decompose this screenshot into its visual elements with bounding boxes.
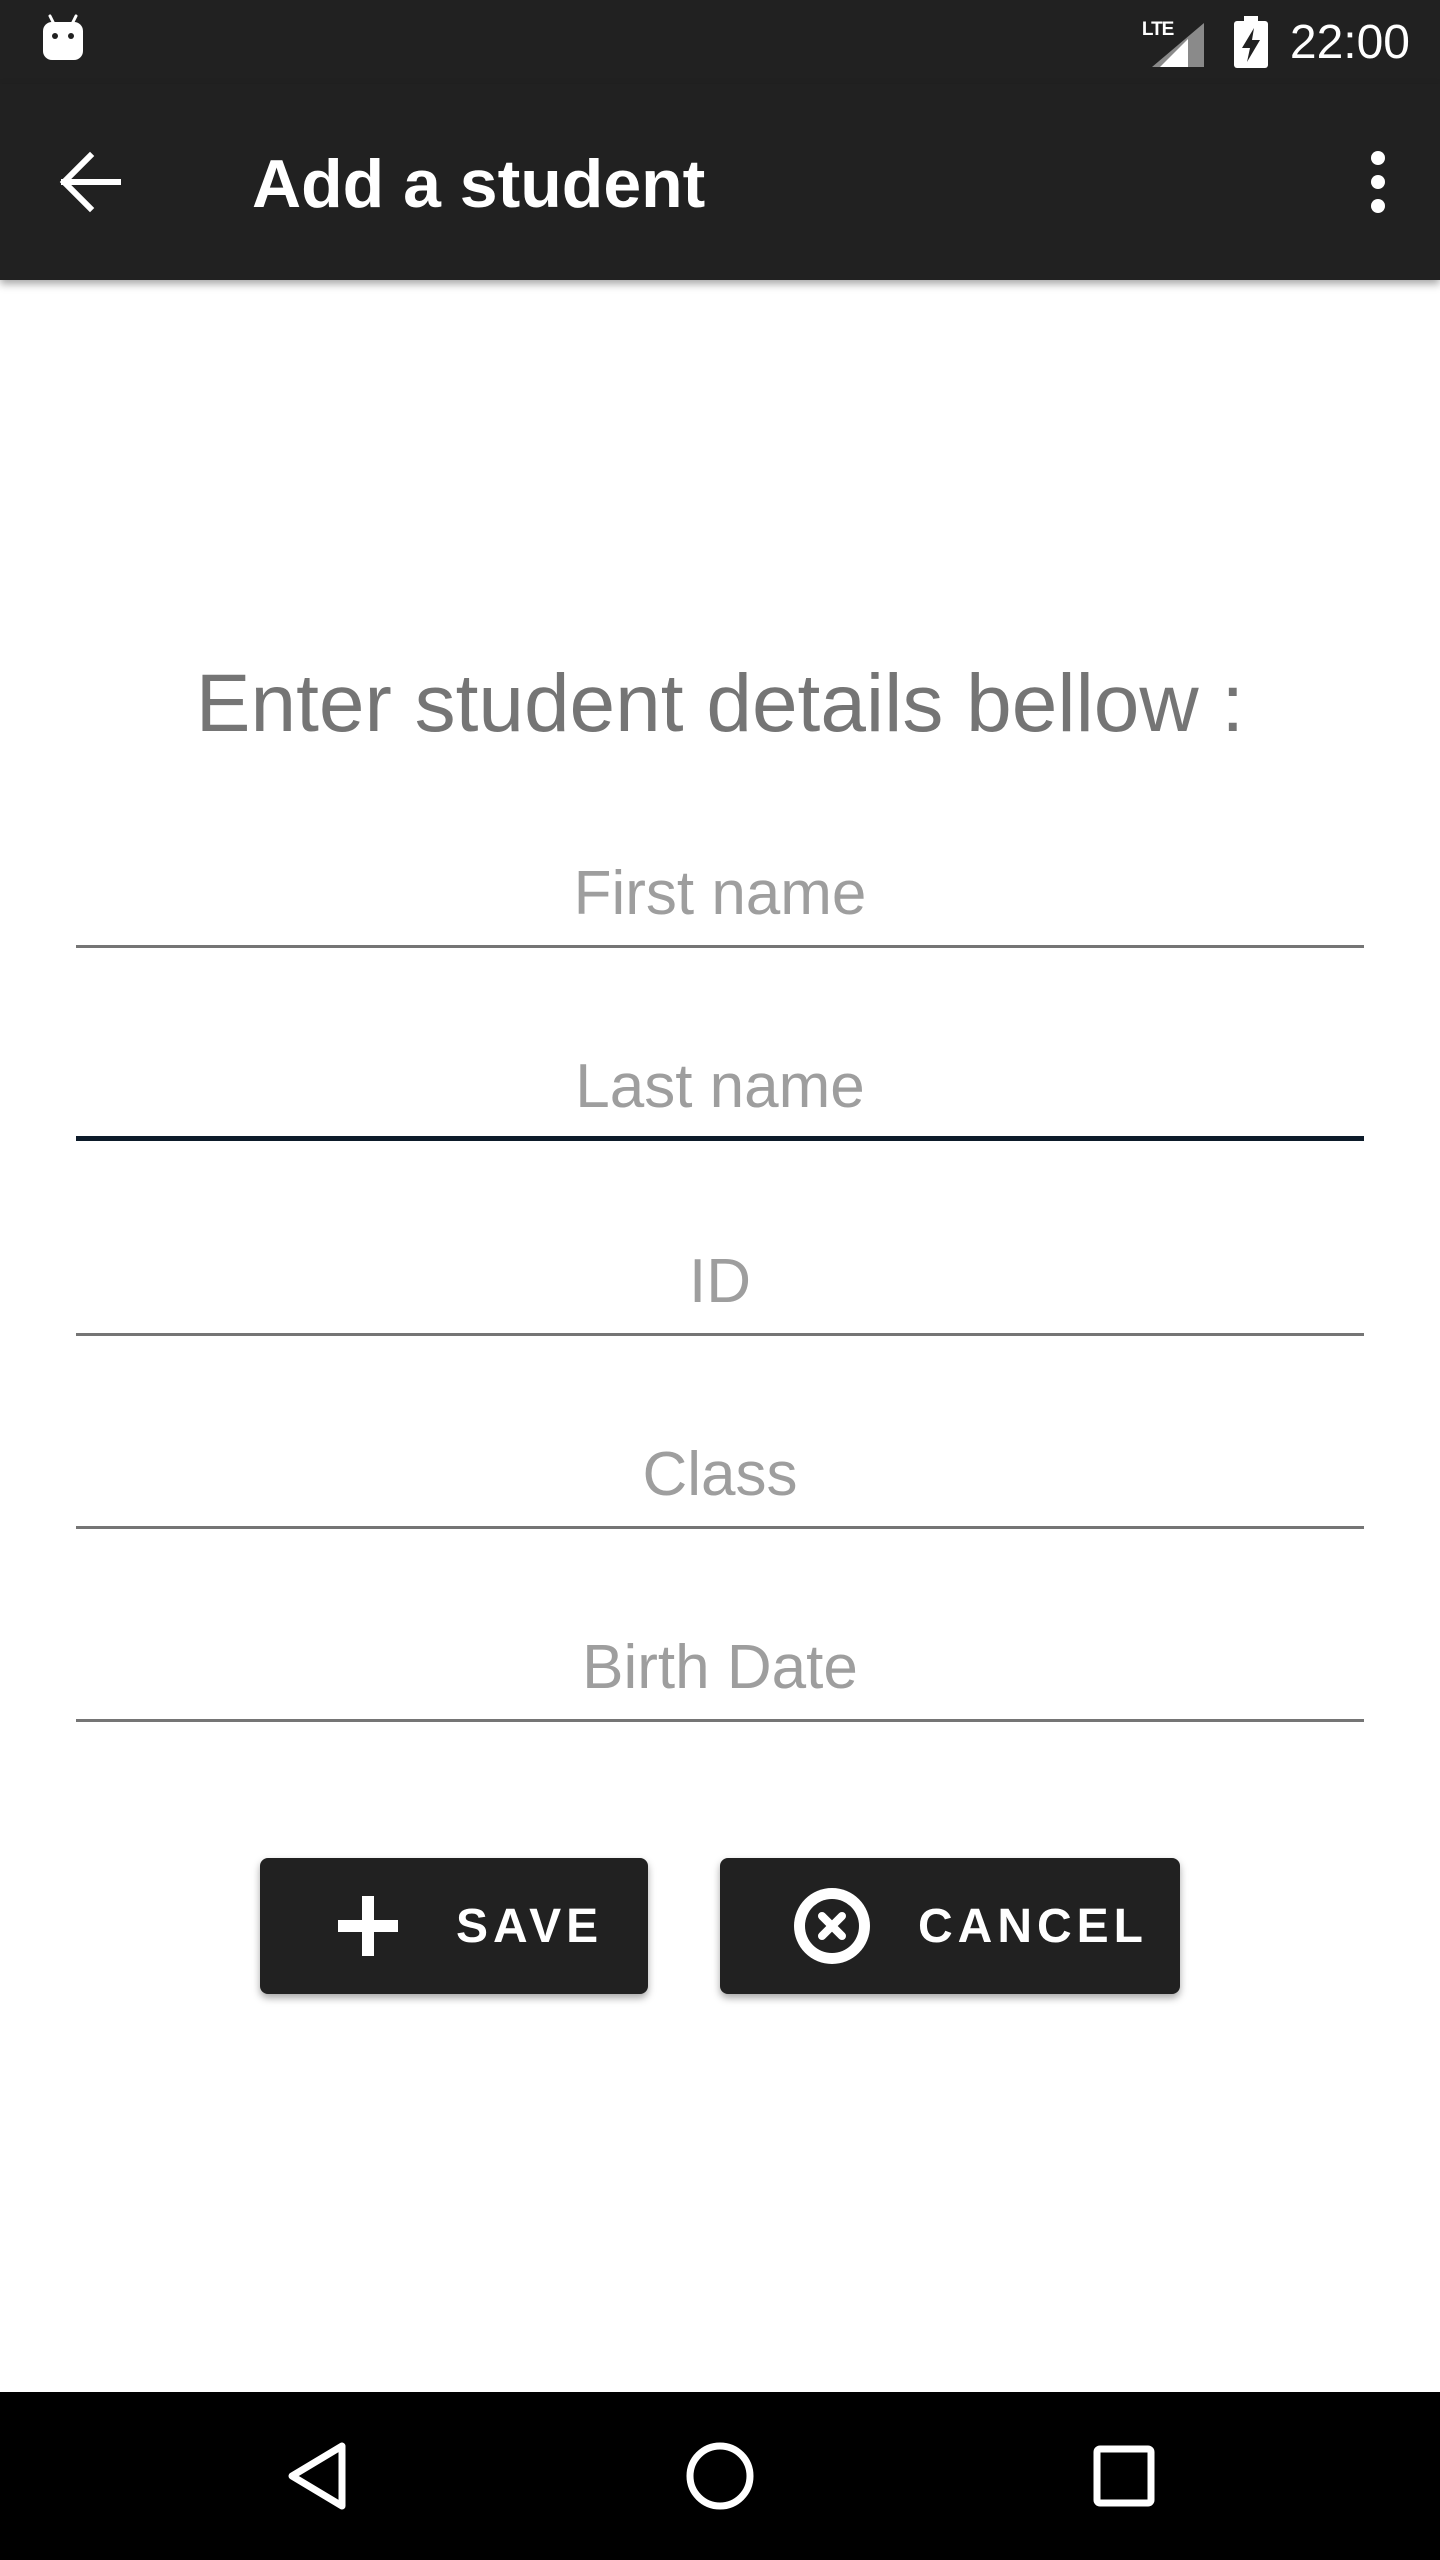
id-field bbox=[76, 1216, 1364, 1336]
instructions-text: Enter student details bellow : bbox=[195, 658, 1245, 749]
first-name-field bbox=[76, 828, 1364, 948]
field-underline bbox=[76, 1526, 1364, 1529]
app-bar: Add a student bbox=[0, 84, 1440, 280]
class-input[interactable] bbox=[76, 1409, 1364, 1529]
cancel-circle-icon bbox=[794, 1888, 870, 1964]
back-arrow-icon bbox=[59, 151, 121, 213]
cancel-button-label: CANCEL bbox=[918, 1899, 1148, 1953]
birth-date-input[interactable] bbox=[76, 1602, 1364, 1722]
more-vert-icon bbox=[1371, 151, 1385, 213]
first-name-input[interactable] bbox=[76, 828, 1364, 948]
field-underline-focused bbox=[76, 1136, 1364, 1141]
last-name-field bbox=[76, 1021, 1364, 1141]
cancel-button[interactable]: CANCEL bbox=[720, 1858, 1180, 1994]
class-field bbox=[76, 1409, 1364, 1529]
battery-charging-icon bbox=[1233, 16, 1268, 68]
field-underline bbox=[76, 1719, 1364, 1722]
nav-home-icon bbox=[686, 2442, 754, 2510]
save-button-label: SAVE bbox=[456, 1899, 604, 1953]
nav-home-button[interactable] bbox=[670, 2426, 770, 2526]
last-name-input[interactable] bbox=[76, 1021, 1364, 1141]
status-time: 22:00 bbox=[1289, 15, 1410, 69]
system-nav-bar bbox=[0, 2392, 1440, 2560]
nav-back-button[interactable] bbox=[266, 2426, 366, 2526]
back-button[interactable] bbox=[44, 136, 136, 228]
lte-signal-icon: LTE bbox=[1142, 17, 1208, 67]
plus-icon bbox=[338, 1896, 398, 1956]
nav-recents-button[interactable] bbox=[1074, 2426, 1174, 2526]
status-bar: LTE 22:00 bbox=[0, 0, 1440, 84]
android-icon bbox=[43, 14, 83, 60]
status-icons: LTE 22:00 bbox=[1142, 0, 1410, 84]
field-underline bbox=[76, 1333, 1364, 1336]
screen: LTE 22:00 Add a student Enter student de… bbox=[0, 0, 1440, 2560]
nav-recents-icon bbox=[1093, 2445, 1155, 2507]
nav-back-icon bbox=[288, 2442, 346, 2510]
save-button[interactable]: SAVE bbox=[260, 1858, 648, 1994]
field-underline bbox=[76, 945, 1364, 948]
birth-date-field bbox=[76, 1602, 1364, 1722]
page-title: Add a student bbox=[252, 146, 706, 222]
overflow-menu-button[interactable] bbox=[1346, 136, 1410, 228]
id-input[interactable] bbox=[76, 1216, 1364, 1336]
